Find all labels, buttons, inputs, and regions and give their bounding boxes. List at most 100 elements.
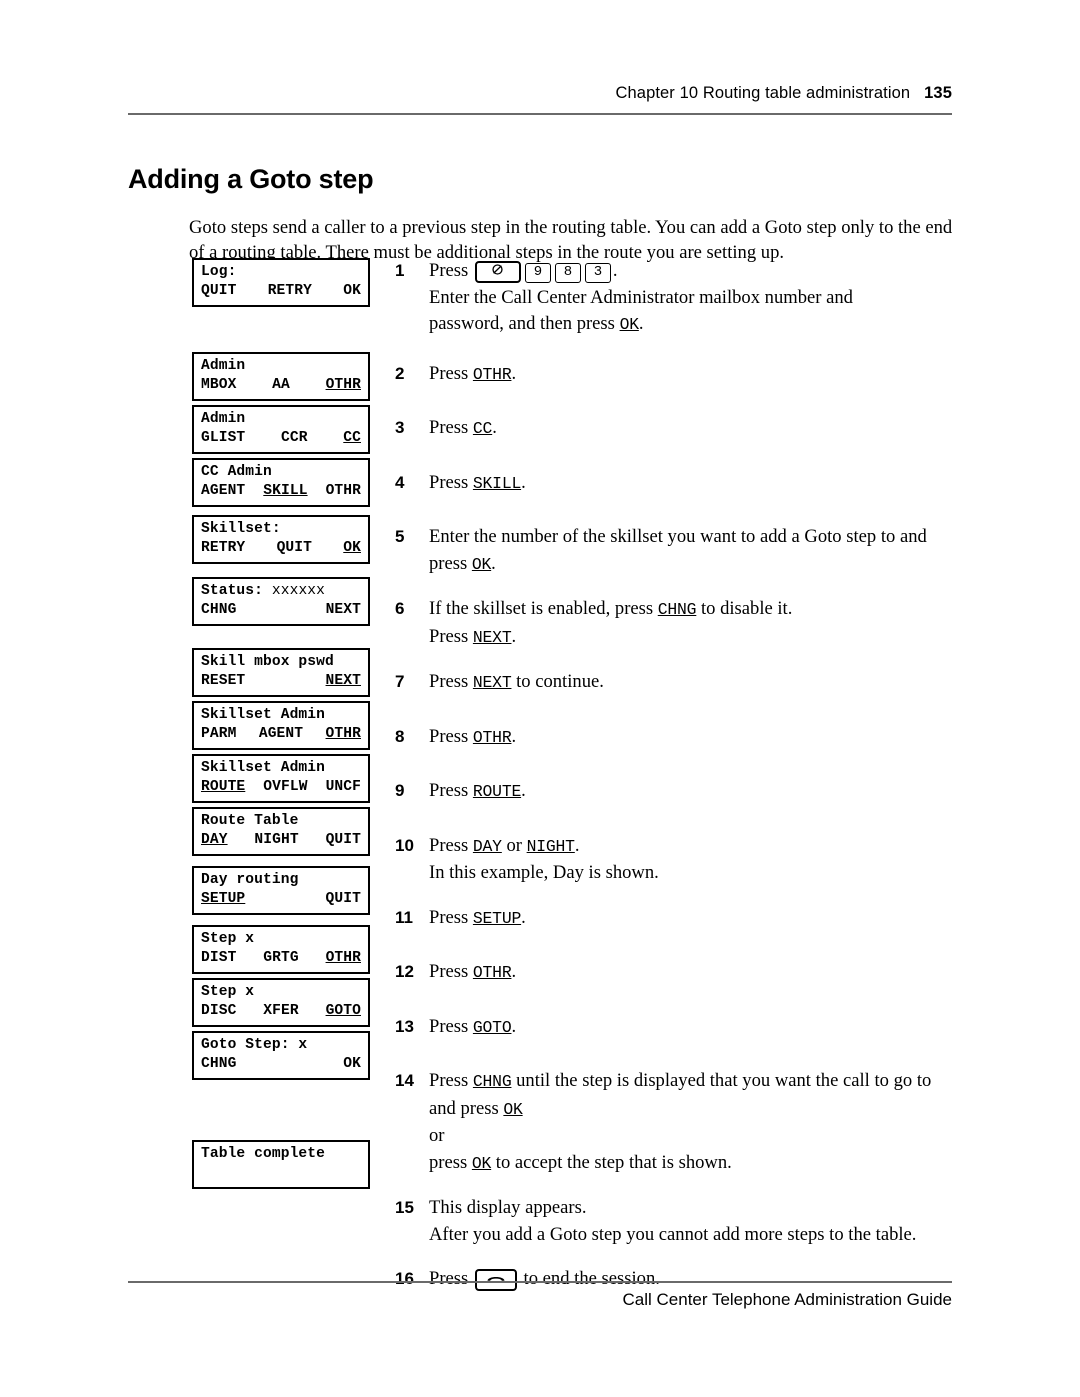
lcd-line1: Skillset Admin bbox=[201, 760, 326, 776]
softkey-ref-othr[interactable]: OTHR bbox=[473, 963, 512, 982]
step-text: Press to end the session. bbox=[429, 1266, 957, 1293]
softkey-ref-night[interactable]: NIGHT bbox=[527, 837, 575, 856]
softkey-right[interactable]: QUIT bbox=[326, 890, 361, 909]
digit-key-8[interactable]: 8 bbox=[554, 263, 581, 283]
softkey-middle[interactable]: CCR bbox=[281, 429, 308, 448]
softkey-right[interactable]: OTHR bbox=[326, 725, 361, 744]
softkey-right[interactable]: NEXT bbox=[326, 672, 361, 691]
lcd-softkey-row: RETRY QUIT OK bbox=[201, 539, 361, 558]
softkey-ref-ok[interactable]: OK bbox=[620, 315, 639, 334]
softkey-ref-cc[interactable]: CC bbox=[473, 419, 492, 438]
step-number: 16 bbox=[395, 1269, 414, 1288]
step-line: Press NEXT. bbox=[429, 624, 957, 652]
softkey-ref-day[interactable]: DAY bbox=[473, 837, 502, 856]
softkey-ref-othr[interactable]: OTHR bbox=[473, 728, 512, 747]
text-fragment: to continue. bbox=[511, 671, 604, 692]
softkey-middle[interactable]: RETRY bbox=[268, 282, 312, 301]
softkey-ref-chng[interactable]: CHNG bbox=[658, 600, 697, 619]
softkey-left[interactable]: CHNG bbox=[201, 1055, 236, 1074]
softkey-middle[interactable]: NIGHT bbox=[254, 831, 298, 850]
softkey-middle[interactable]: XFER bbox=[263, 1002, 298, 1021]
step-line: Press GOTO. bbox=[429, 1014, 957, 1042]
procedure-steps-list: 1 Press 983. Enter the Call Center Admin… bbox=[395, 258, 957, 1293]
step-8: 8 Press OTHR. bbox=[395, 724, 957, 752]
softkey-ref-goto[interactable]: GOTO bbox=[473, 1018, 512, 1037]
softkey-ref-setup[interactable]: SETUP bbox=[473, 909, 521, 928]
softkey-left[interactable]: SETUP bbox=[201, 890, 245, 909]
softkey-middle[interactable]: QUIT bbox=[277, 539, 312, 558]
softkey-ref-othr[interactable]: OTHR bbox=[473, 365, 512, 384]
softkey-ref-ok[interactable]: OK bbox=[472, 1154, 491, 1173]
step-line: and press OK bbox=[429, 1096, 957, 1124]
softkey-left[interactable]: QUIT bbox=[201, 282, 236, 301]
text-fragment: Press bbox=[429, 471, 473, 493]
softkey-right[interactable]: QUIT bbox=[326, 831, 361, 850]
softkey-right[interactable]: OK bbox=[343, 282, 361, 301]
softkey-left[interactable]: AGENT bbox=[201, 482, 245, 501]
lcd-softkey-row: MBOX AA OTHR bbox=[201, 376, 361, 395]
step-text: Press OTHR. bbox=[429, 724, 957, 752]
lcd-display-route-table: Route Table DAY NIGHT QUIT bbox=[192, 807, 370, 856]
softkey-left[interactable]: DAY bbox=[201, 831, 228, 850]
digit-key-3[interactable]: 3 bbox=[584, 263, 611, 283]
softkey-left[interactable]: MBOX bbox=[201, 376, 236, 395]
softkey-ref-ok[interactable]: OK bbox=[503, 1100, 522, 1119]
softkey-left[interactable]: ROUTE bbox=[201, 778, 245, 797]
softkey-right[interactable]: OTHR bbox=[326, 949, 361, 968]
text-fragment: to end the session. bbox=[518, 1268, 660, 1289]
softkey-left[interactable]: RESET bbox=[201, 672, 245, 691]
softkey-ref-next[interactable]: NEXT bbox=[473, 628, 512, 647]
release-handset-icon[interactable] bbox=[474, 1269, 517, 1291]
softkey-ref-ok[interactable]: OK bbox=[472, 555, 491, 574]
step-line: Enter the Call Center Administrator mail… bbox=[429, 286, 853, 308]
feature-key-icon[interactable] bbox=[474, 261, 521, 283]
lcd-display-table-complete: Table complete bbox=[192, 1140, 370, 1189]
softkey-right[interactable]: OTHR bbox=[326, 376, 361, 395]
softkey-left[interactable]: CHNG bbox=[201, 601, 236, 620]
step-number: 3 bbox=[395, 418, 405, 437]
step-10: 10 Press DAY or NIGHT. In this example, … bbox=[395, 833, 957, 887]
softkey-ref-skill[interactable]: SKILL bbox=[473, 474, 521, 493]
softkey-ref-route[interactable]: ROUTE bbox=[473, 782, 521, 801]
lcd-line1: Admin bbox=[201, 411, 246, 427]
softkey-middle[interactable]: AGENT bbox=[259, 725, 303, 744]
step-5: 5 Enter the number of the skillset you w… bbox=[395, 524, 957, 578]
softkey-middle[interactable]: GRTG bbox=[263, 949, 298, 968]
softkey-left[interactable]: DISC bbox=[201, 1002, 236, 1021]
softkey-right[interactable]: NEXT bbox=[326, 601, 361, 620]
lcd-line1: Goto Step: x bbox=[201, 1037, 308, 1053]
softkey-right[interactable]: CC bbox=[343, 429, 361, 448]
step-text: Press NEXT to continue. bbox=[429, 669, 957, 697]
softkey-left[interactable]: PARM bbox=[201, 725, 236, 744]
step-line: Enter the number of the skillset you wan… bbox=[429, 526, 927, 547]
lcd-softkey-row: RESET NEXT bbox=[201, 672, 361, 691]
step-text: Press SETUP. bbox=[429, 905, 957, 933]
step-14: 14 Press CHNG until the step is displaye… bbox=[395, 1068, 957, 1177]
digit-key-9[interactable]: 9 bbox=[524, 263, 551, 283]
text-fragment: Press bbox=[429, 1070, 473, 1091]
step-text: Press ROUTE. bbox=[429, 778, 957, 806]
lcd-display-admin-glist: Admin GLIST CCR CC bbox=[192, 405, 370, 454]
softkey-right[interactable]: UNCF bbox=[326, 778, 361, 797]
text-fragment: If the skillset is enabled, press bbox=[429, 598, 658, 619]
softkey-left[interactable]: RETRY bbox=[201, 539, 245, 558]
softkey-middle[interactable]: AA bbox=[272, 376, 290, 395]
softkey-middle[interactable]: OVFLW bbox=[263, 778, 307, 797]
step-number: 10 bbox=[395, 835, 414, 855]
softkey-ref-next[interactable]: NEXT bbox=[473, 673, 512, 692]
period: . bbox=[521, 780, 526, 801]
text-fragment: to disable it. bbox=[696, 598, 793, 619]
softkey-right[interactable]: OTHR bbox=[326, 482, 361, 501]
softkey-left[interactable]: GLIST bbox=[201, 429, 245, 448]
softkey-ref-chng[interactable]: CHNG bbox=[473, 1072, 512, 1091]
step-6: 6 If the skillset is enabled, press CHNG… bbox=[395, 596, 957, 651]
page-title: Adding a Goto step bbox=[128, 164, 374, 195]
softkey-right[interactable]: OK bbox=[343, 539, 361, 558]
softkey-right[interactable]: OK bbox=[343, 1055, 361, 1074]
softkey-right[interactable]: GOTO bbox=[326, 1002, 361, 1021]
step-line: If the skillset is enabled, press CHNG t… bbox=[429, 596, 957, 624]
softkey-middle[interactable]: SKILL bbox=[263, 482, 307, 501]
softkey-left[interactable]: DIST bbox=[201, 949, 236, 968]
text-fragment: Press bbox=[429, 362, 473, 384]
step-text: Press OTHR. bbox=[429, 361, 957, 389]
